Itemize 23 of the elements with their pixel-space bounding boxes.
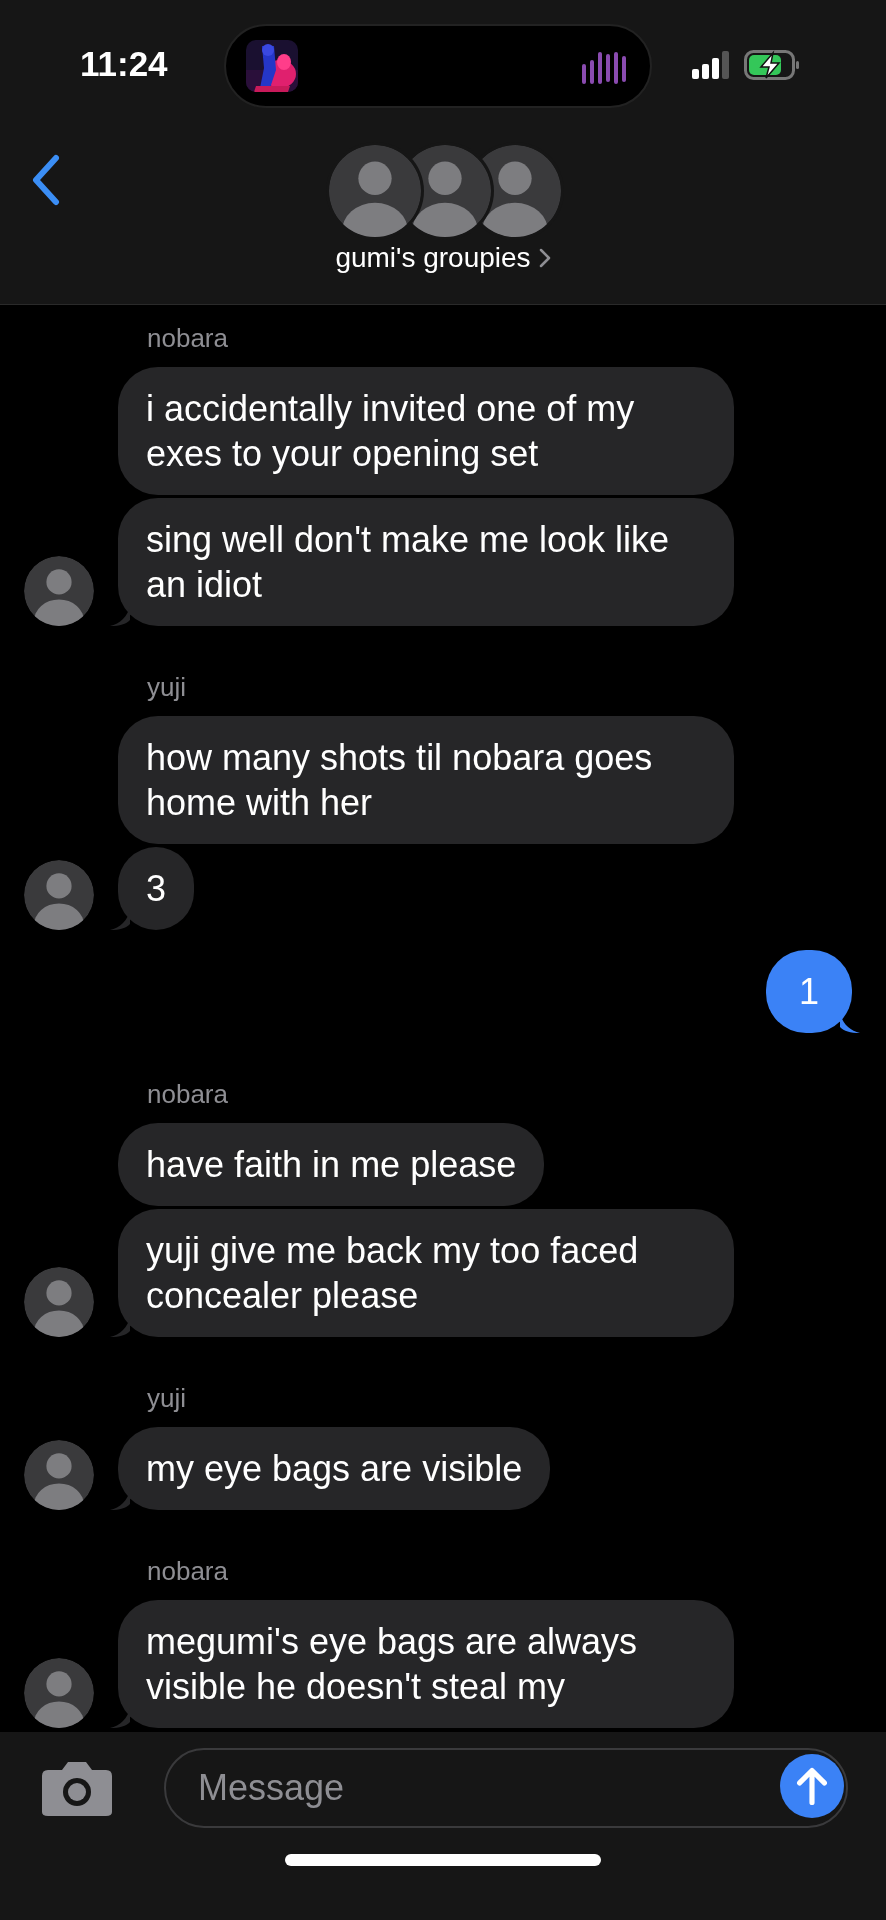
sender-name: nobara [147,1556,229,1587]
message-bubble: have faith in me please [118,1123,545,1206]
avatar-icon [24,1267,94,1337]
chevron-icon [538,248,551,268]
avatar-icon [24,860,94,930]
message-field[interactable]: Message [164,1748,848,1828]
battery-charging-icon [744,50,800,80]
sender-name: yuji [147,1383,187,1414]
sender-name: nobara [147,323,229,354]
message-bubble: i accidentally invited one of my exes to your opening set [118,367,734,495]
audio-waveform-icon [580,50,628,84]
sender-name: nobara [147,1079,229,1110]
sender-name: yuji [147,672,187,703]
back-chevron-icon[interactable] [30,154,60,206]
camera-icon[interactable] [40,1760,114,1818]
status-time: 11:24 [80,44,168,84]
avatar-icon [24,556,94,626]
conversation-title[interactable]: gumi's groupies [335,242,551,274]
avatar-icon [24,1440,94,1510]
send-button[interactable] [780,1754,844,1818]
message-bubble: how many shots til nobara goes home with her [118,716,734,844]
avatar-icon [326,142,424,240]
signal-icon [692,51,732,79]
